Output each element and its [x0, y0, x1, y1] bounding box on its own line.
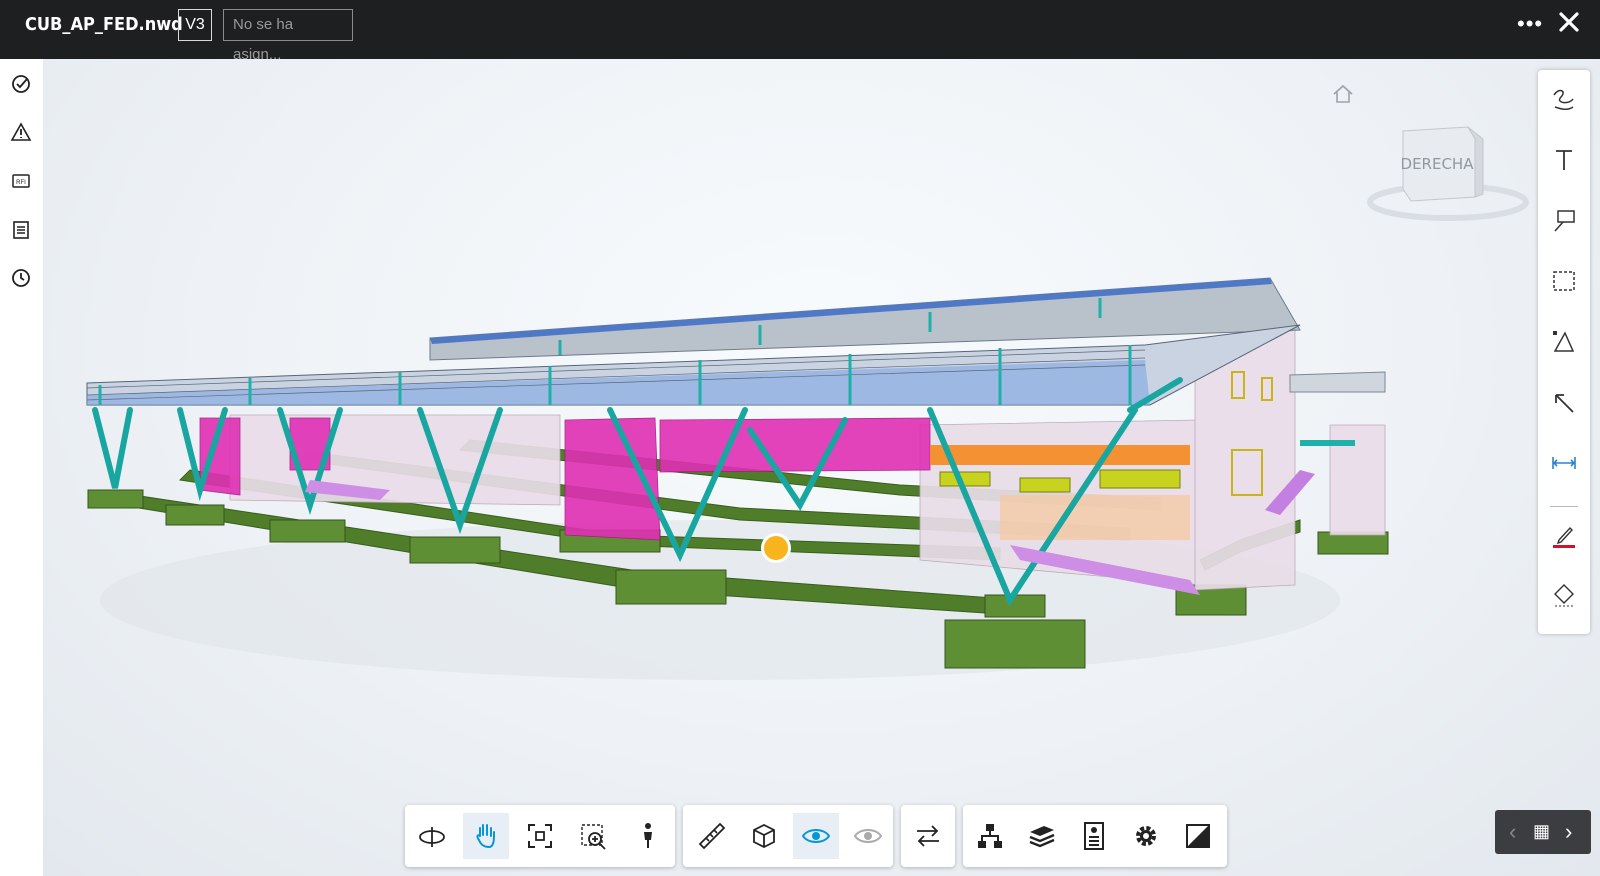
sheets-list-icon[interactable] — [10, 219, 32, 241]
dimension-icon[interactable] — [1549, 448, 1579, 478]
toolbar-separator — [1550, 506, 1578, 507]
pan-icon — [476, 824, 495, 849]
fit-view-tool[interactable] — [517, 813, 563, 859]
settings-toolbar — [963, 805, 1227, 867]
fullscreen-icon — [1186, 824, 1210, 848]
history-clock-icon[interactable] — [10, 267, 32, 289]
markup-toolbar — [1538, 70, 1590, 634]
walk-tool[interactable] — [625, 813, 671, 859]
hidden-objects-tool[interactable] — [845, 813, 891, 859]
orbit-icon — [419, 827, 445, 847]
visibility-icon — [801, 829, 831, 843]
visibility-tool[interactable] — [793, 813, 839, 859]
zoom-window-icon — [581, 824, 606, 850]
pan-tool[interactable] — [463, 813, 509, 859]
section-box-icon — [753, 823, 775, 849]
home-icon[interactable] — [1330, 81, 1356, 107]
issues-warning-icon[interactable] — [10, 121, 32, 143]
settings-icon — [1136, 826, 1156, 846]
layers-icon — [1029, 826, 1055, 848]
measure-tool[interactable] — [689, 813, 735, 859]
arrow-icon[interactable] — [1549, 388, 1579, 418]
hidden-objects-icon — [853, 829, 883, 843]
fill-icon[interactable] — [1549, 580, 1579, 610]
measure-icon — [698, 822, 726, 850]
assign-field[interactable]: No se ha asign... — [223, 9, 353, 63]
compare-icon — [917, 825, 939, 847]
properties-tool[interactable] — [1071, 813, 1117, 859]
layers-tool[interactable] — [1019, 813, 1065, 859]
model-browser-tool[interactable] — [967, 813, 1013, 859]
properties-icon — [1084, 822, 1104, 850]
model-browser-icon — [978, 824, 1002, 848]
rfi-icon[interactable]: RFI — [10, 170, 32, 192]
fit-view-icon — [528, 824, 552, 848]
orbit-tool[interactable] — [409, 813, 455, 859]
compare-tool[interactable] — [905, 813, 951, 859]
navigation-toolbar — [405, 805, 675, 867]
previous-icon[interactable]: ‹ — [1509, 819, 1516, 845]
fullscreen-tool[interactable] — [1175, 813, 1221, 859]
next-icon[interactable]: › — [1565, 819, 1572, 845]
file-name: CUB_AP_FED.nwd — [25, 14, 183, 35]
zoom-window-tool[interactable] — [571, 813, 617, 859]
polygon-icon[interactable] — [1549, 327, 1579, 357]
section-box-tool[interactable] — [741, 813, 787, 859]
close-icon[interactable] — [1556, 9, 1582, 35]
left-sidebar: RFI — [0, 59, 43, 876]
svg-text:RFI: RFI — [16, 180, 26, 186]
pen-color-icon[interactable] — [1549, 520, 1579, 550]
top-bar: CUB_AP_FED.nwd V3 No se ha asign... ••• — [0, 0, 1600, 63]
version-badge[interactable]: V3 — [178, 9, 212, 41]
sheet-pager: ‹ ▦ › — [1495, 810, 1591, 854]
callout-icon[interactable] — [1549, 206, 1579, 236]
check-circle-icon[interactable] — [10, 73, 32, 95]
grid-icon[interactable]: ▦ — [1533, 821, 1550, 842]
walk-icon — [644, 823, 652, 848]
more-options-icon[interactable]: ••• — [1517, 11, 1543, 37]
view-cube[interactable]: DERECHA — [1363, 119, 1533, 229]
freehand-icon[interactable] — [1549, 85, 1579, 115]
svg-text:DERECHA: DERECHA — [1401, 155, 1475, 173]
model-viewport[interactable]: DERECHA — [43, 59, 1600, 876]
tools-toolbar — [683, 805, 893, 867]
cloud-icon[interactable] — [1549, 266, 1579, 296]
text-icon[interactable] — [1549, 145, 1579, 175]
settings-tool[interactable] — [1123, 813, 1169, 859]
location-pin[interactable] — [761, 533, 791, 563]
compare-toolbar — [901, 805, 955, 867]
